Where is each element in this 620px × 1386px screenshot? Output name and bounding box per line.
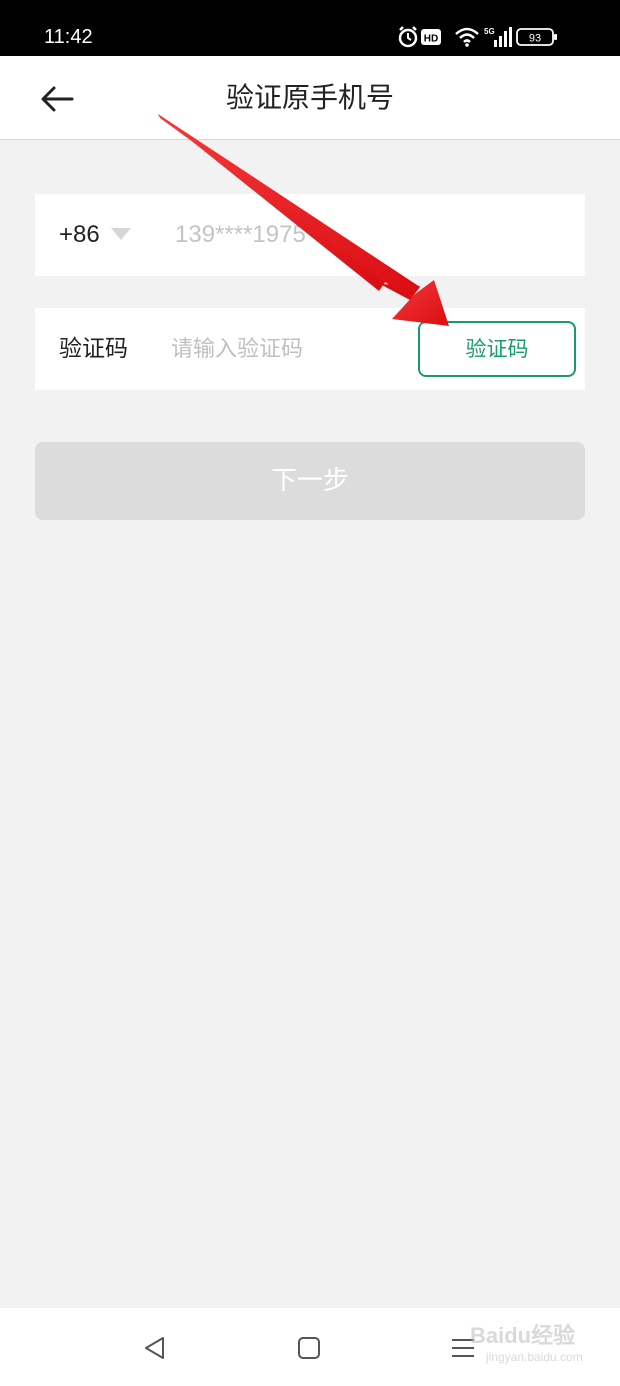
watermark-url: jingyan.baidu.com	[486, 1350, 583, 1364]
header: 验证原手机号	[0, 56, 620, 140]
country-code[interactable]: +86	[59, 194, 100, 276]
get-code-button[interactable]: 验证码	[418, 321, 576, 377]
page-title: 验证原手机号	[225, 81, 394, 114]
wifi-icon	[455, 27, 479, 47]
next-button[interactable]: 下一步	[35, 442, 585, 520]
back-arrow-icon	[41, 86, 74, 112]
hd-icon: HD	[421, 29, 441, 45]
svg-text:HD: HD	[424, 34, 438, 45]
back-button[interactable]	[36, 78, 78, 120]
phone-number: 139****1975	[175, 221, 306, 248]
nav-back-icon[interactable]	[141, 1334, 169, 1362]
nav-home-icon[interactable]	[295, 1334, 323, 1362]
battery-level: 93	[529, 33, 541, 45]
phone-row: +86 139****1975	[35, 194, 585, 276]
verification-code-row: 验证码 验证码	[35, 308, 585, 390]
alarm-icon	[398, 26, 418, 48]
watermark-logo: Baidu经验	[470, 1323, 576, 1348]
code-input[interactable]	[171, 328, 411, 370]
signal-icon: 5G	[484, 27, 512, 47]
battery-icon: 93	[516, 28, 557, 46]
code-label: 验证码	[59, 336, 128, 362]
status-bar: 11:42 HD 5G 93	[0, 0, 620, 56]
watermark: Baidu经验 jingyan.baidu.com	[470, 1318, 600, 1378]
dropdown-triangle-icon[interactable]	[111, 228, 131, 240]
network-type: 5G	[484, 27, 495, 36]
status-time: 11:42	[44, 26, 93, 48]
